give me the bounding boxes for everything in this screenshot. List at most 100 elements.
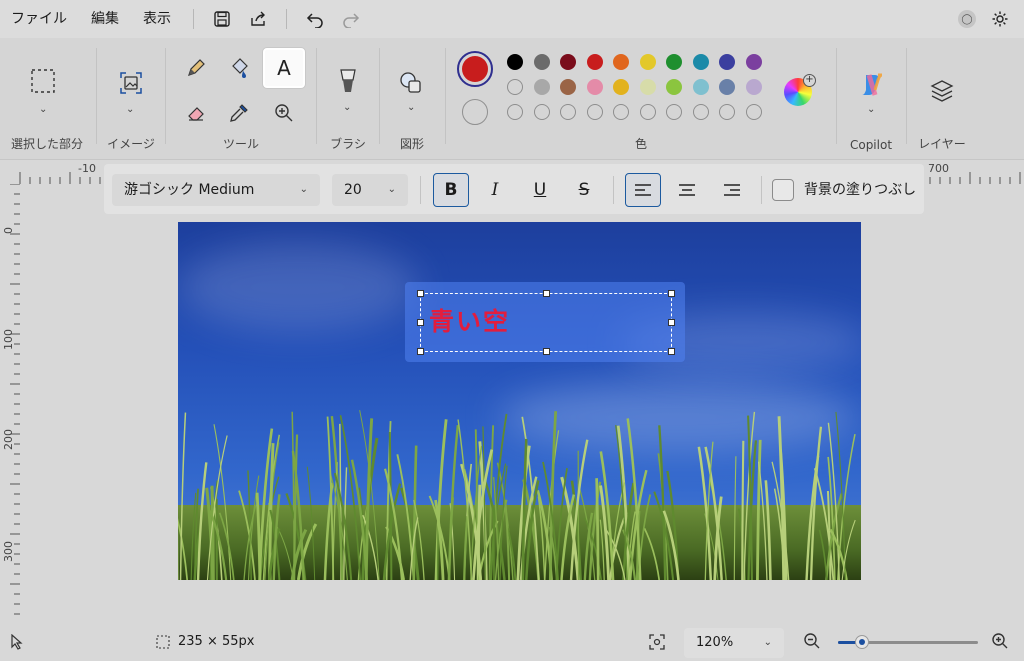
image-tool-icon[interactable] <box>114 66 148 100</box>
text-box-content[interactable]: 青い空 <box>429 302 510 338</box>
background-fill-label: 背景の塗りつぶし <box>804 182 917 198</box>
resize-handle[interactable] <box>543 290 550 297</box>
resize-handle[interactable] <box>417 319 424 326</box>
align-left-button[interactable] <box>625 173 661 207</box>
undo-icon[interactable] <box>297 0 333 38</box>
group-image: ⌄ イメージ <box>97 38 165 160</box>
zoom-in-icon[interactable] <box>991 632 1009 654</box>
text-tool-icon[interactable]: A <box>263 48 305 88</box>
zoom-slider-thumb[interactable] <box>854 635 869 649</box>
ruler-label: -10 <box>78 162 96 175</box>
align-center-button[interactable] <box>669 173 705 207</box>
share-icon[interactable] <box>240 0 276 38</box>
chevron-down-icon[interactable]: ⌄ <box>126 104 134 115</box>
menu-separator <box>193 9 194 29</box>
zoom-slider[interactable] <box>838 635 978 649</box>
ruler-label: 0 <box>2 227 15 234</box>
font-size-select[interactable]: 20 ⌄ <box>332 174 408 206</box>
menu-bar: ファイル 編集 表示 ◯ <box>0 0 1024 38</box>
text-format-toolbar: 游ゴシック Medium ⌄ 20 ⌄ B I U S 背景の塗りつぶし <box>104 164 924 214</box>
group-label-copilot: Copilot <box>849 138 893 152</box>
align-center-icon <box>679 184 695 196</box>
selection-tool-icon[interactable] <box>26 64 60 98</box>
group-brushes: ⌄ ブラシ <box>317 38 379 160</box>
resize-handle[interactable] <box>668 290 675 297</box>
save-icon[interactable] <box>204 0 240 38</box>
menu-edit[interactable]: 編集 <box>79 0 131 38</box>
resize-handle[interactable] <box>668 319 675 326</box>
brush-icon[interactable] <box>331 64 365 98</box>
group-label-colors: 色 <box>634 137 647 151</box>
selection-size: 235 × 55px <box>178 634 255 649</box>
status-bar: 235 × 55px 120% ⌄ <box>0 624 1024 661</box>
zoom-out-icon[interactable] <box>803 632 821 654</box>
chevron-down-icon[interactable]: ⌄ <box>343 102 351 113</box>
group-label-tools: ツール <box>222 137 259 151</box>
ribbon: ⌄ 選択した部分 ⌄ イメージ A ツール ⌄ ブラシ ⌄ 図形 + 色 ⌄ C… <box>0 38 1024 160</box>
chevron-down-icon: ⌄ <box>299 184 308 195</box>
redo-icon[interactable] <box>333 0 369 38</box>
resize-handle[interactable] <box>668 348 675 355</box>
menu-view[interactable]: 表示 <box>131 0 183 38</box>
group-copilot: ⌄ Copilot <box>837 38 905 160</box>
grass-field <box>178 410 861 580</box>
pencil-icon[interactable] <box>179 51 213 85</box>
align-left-icon <box>635 184 651 196</box>
group-selection: ⌄ 選択した部分 <box>0 38 94 160</box>
font-family-value: 游ゴシック Medium <box>124 182 255 198</box>
image-canvas[interactable]: 青い空 <box>178 222 861 580</box>
zoom-value: 120% <box>696 635 734 650</box>
bold-button[interactable]: B <box>433 173 469 207</box>
layers-icon[interactable] <box>925 74 959 108</box>
chevron-down-icon: ⌄ <box>763 637 772 648</box>
group-label-selection: 選択した部分 <box>10 137 83 151</box>
group-label-layers: レイヤー <box>918 137 966 151</box>
copilot-icon[interactable] <box>855 68 889 102</box>
magnifier-icon[interactable] <box>267 96 301 130</box>
align-right-button[interactable] <box>714 173 750 207</box>
chevron-down-icon[interactable]: ⌄ <box>39 104 47 115</box>
sky-cloud <box>178 242 418 332</box>
ruler-label: 200 <box>2 429 15 450</box>
ruler-label: 700 <box>928 162 949 175</box>
toolbar-separator <box>613 176 614 204</box>
group-label-image: イメージ <box>107 137 155 151</box>
fit-to-window-icon[interactable] <box>648 633 666 655</box>
chevron-down-icon[interactable]: ⌄ <box>867 104 875 115</box>
group-shapes: ⌄ 図形 <box>380 38 444 160</box>
toolbar-separator <box>420 176 421 204</box>
chevron-down-icon: ⌄ <box>387 184 396 195</box>
font-size-value: 20 <box>344 182 362 198</box>
menu-file[interactable]: ファイル <box>0 0 79 38</box>
italic-button[interactable]: I <box>477 173 513 207</box>
strikethrough-button[interactable]: S <box>566 173 602 207</box>
chevron-down-icon[interactable]: ⌄ <box>407 102 415 113</box>
group-layers: レイヤー <box>907 38 977 160</box>
underline-button[interactable]: U <box>522 173 558 207</box>
settings-icon[interactable] <box>986 0 1014 38</box>
menu-separator <box>286 9 287 29</box>
vertical-ruler: 0 100 200 300 <box>0 184 20 624</box>
account-icon[interactable]: ◯ <box>958 10 976 28</box>
font-family-select[interactable]: 游ゴシック Medium ⌄ <box>112 174 320 206</box>
group-label-brushes: ブラシ <box>330 137 366 151</box>
text-box[interactable]: 青い空 <box>417 290 675 355</box>
resize-handle[interactable] <box>417 290 424 297</box>
group-colors: 色 <box>446 38 836 160</box>
align-right-icon <box>724 184 740 196</box>
ruler-label: 300 <box>2 541 15 562</box>
shapes-icon[interactable] <box>394 66 428 100</box>
group-tools: A ツール <box>166 38 316 160</box>
background-fill-checkbox[interactable] <box>772 179 794 201</box>
group-label-shapes: 図形 <box>399 137 424 151</box>
selection-size-icon <box>156 635 170 653</box>
resize-handle[interactable] <box>543 348 550 355</box>
resize-handle[interactable] <box>417 348 424 355</box>
ruler-label: 100 <box>2 329 15 350</box>
toolbar-separator <box>761 176 762 204</box>
svg-text:A: A <box>277 56 291 80</box>
zoom-select[interactable]: 120% ⌄ <box>684 628 784 658</box>
eraser-icon[interactable] <box>179 96 213 130</box>
fill-bucket-icon[interactable] <box>222 51 256 85</box>
color-picker-icon[interactable] <box>222 96 256 130</box>
